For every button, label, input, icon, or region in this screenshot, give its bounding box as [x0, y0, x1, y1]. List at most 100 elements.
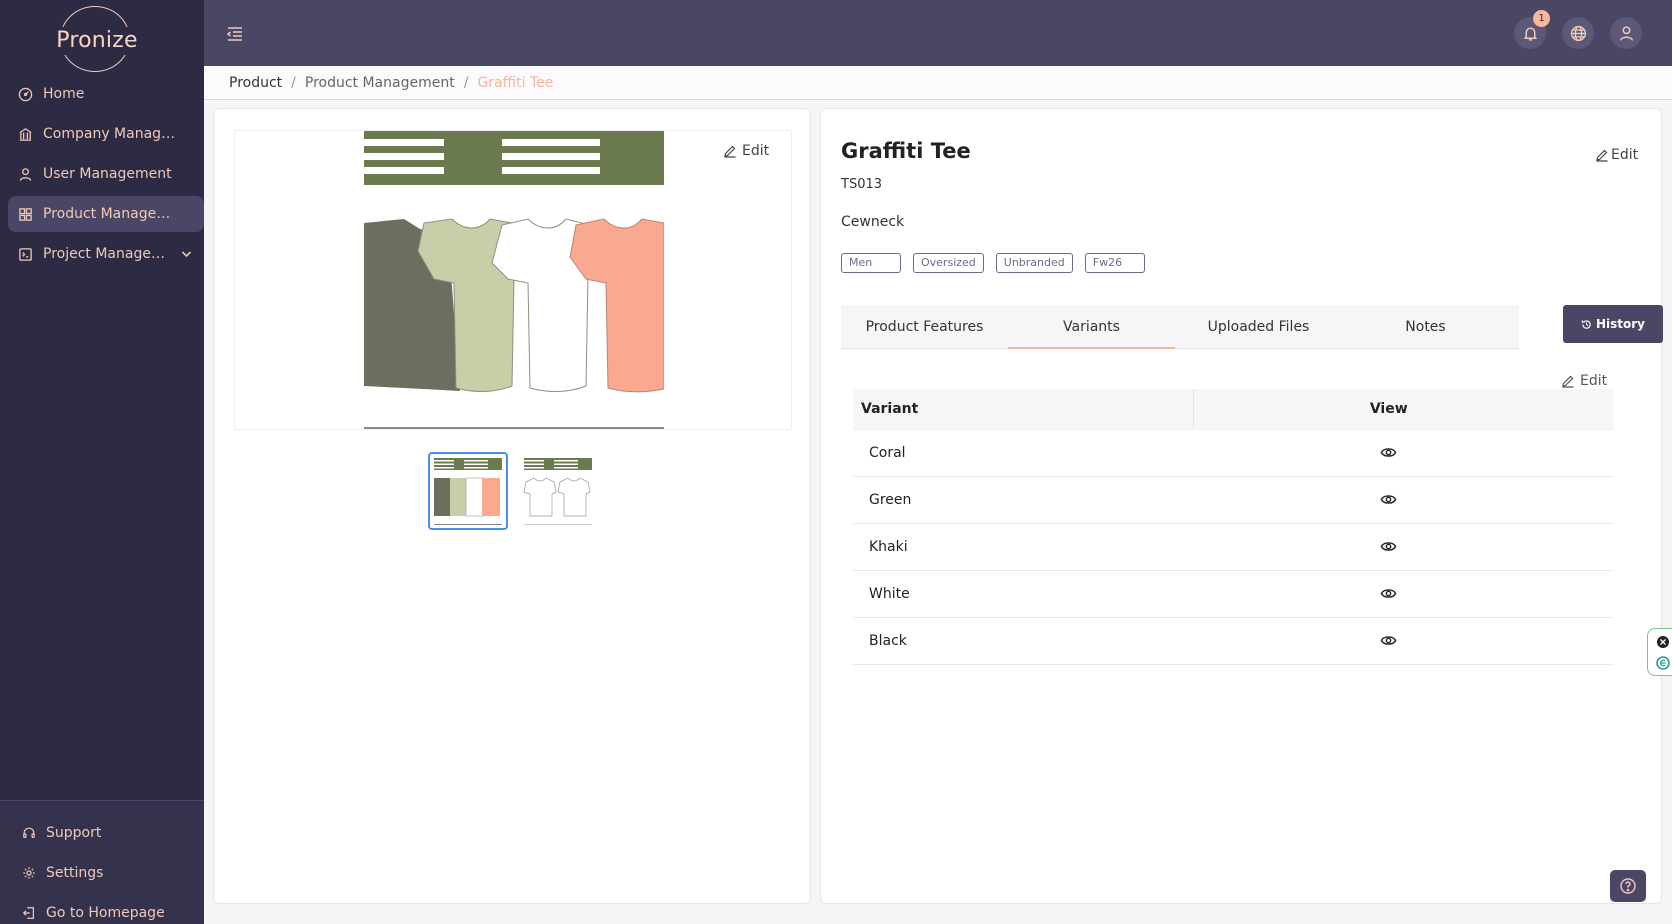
- sidebar-footer: Support Settings Go to Homepage: [0, 800, 204, 924]
- gear-icon: [23, 867, 35, 879]
- go-to-homepage-label: Go to Homepage: [46, 905, 165, 921]
- tab-bar: Product Features Variants Uploaded Files…: [841, 305, 1519, 349]
- eye-icon[interactable]: [1380, 585, 1397, 602]
- tag-badge: Unbranded: [995, 253, 1073, 273]
- table-row: Khaki: [853, 523, 1614, 571]
- table-row: Coral: [853, 429, 1614, 477]
- breadcrumb-product[interactable]: Product: [229, 75, 282, 91]
- dashboard-icon: [18, 87, 33, 101]
- edit-label: Edit: [742, 143, 770, 159]
- sidebar-item-label: Product Management: [43, 206, 183, 222]
- sidebar-item-product-management[interactable]: Product Management: [8, 196, 204, 232]
- settings-link[interactable]: Settings: [0, 853, 204, 893]
- notification-badge: 1: [1533, 10, 1550, 27]
- topbar: 1: [204, 0, 1672, 66]
- column-header-variant: Variant: [853, 389, 1193, 430]
- pencil-icon: [1562, 375, 1574, 388]
- extension-widget[interactable]: [1647, 628, 1672, 676]
- history-label: History: [1595, 317, 1646, 331]
- sidebar-item-company-management[interactable]: Company Managem...: [8, 116, 204, 152]
- table-row: Green: [853, 476, 1614, 524]
- view-cell: [1193, 570, 1614, 618]
- tab-notes[interactable]: Notes: [1342, 305, 1509, 348]
- eye-icon[interactable]: [1380, 538, 1397, 555]
- view-cell: [1193, 523, 1614, 571]
- sidebar-item-project-management[interactable]: Project Managem...: [8, 236, 204, 272]
- table-row: White: [853, 570, 1614, 618]
- table-header-row: Variant View: [853, 389, 1614, 430]
- variants-table: Variant View Coral Green Khaki White Bla…: [853, 389, 1614, 665]
- extension-icon: [1656, 636, 1670, 670]
- breadcrumb-current: Graffiti Tee: [477, 74, 554, 91]
- edit-label: Edit: [1580, 373, 1608, 389]
- settings-label: Settings: [46, 865, 104, 881]
- product-tags: Men Oversized Unbranded Fw26: [841, 253, 1157, 273]
- history-icon: [1581, 319, 1591, 329]
- column-header-view: View: [1192, 389, 1614, 430]
- variant-name: Khaki: [853, 523, 1193, 571]
- go-to-homepage-link[interactable]: Go to Homepage: [0, 893, 204, 924]
- tab-uploaded-files[interactable]: Uploaded Files: [1175, 305, 1342, 348]
- project-icon: [19, 247, 32, 261]
- detail-tabs: Product Features Variants Uploaded Files…: [841, 305, 1663, 349]
- product-image-viewer: Edit: [234, 130, 792, 430]
- image-edit-button[interactable]: Edit: [723, 143, 769, 159]
- table-row: Black: [853, 617, 1614, 665]
- eye-icon[interactable]: [1380, 632, 1397, 649]
- view-cell: [1193, 476, 1614, 524]
- breadcrumb-separator: /: [463, 74, 469, 91]
- profile-button[interactable]: [1610, 17, 1642, 49]
- tab-variants[interactable]: Variants: [1008, 305, 1175, 349]
- menu-collapse-icon[interactable]: [226, 26, 244, 42]
- support-label: Support: [46, 825, 102, 841]
- breadcrumb-separator: /: [291, 74, 296, 91]
- user-icon: [1619, 25, 1633, 41]
- building-icon: [19, 127, 32, 141]
- tag-badge: Men: [841, 253, 901, 273]
- exit-icon: [22, 907, 34, 919]
- sidebar-item-user-management[interactable]: User Management: [8, 156, 204, 192]
- language-button[interactable]: [1562, 17, 1594, 49]
- product-neckline: Cewneck: [841, 214, 905, 230]
- eye-icon[interactable]: [1380, 491, 1397, 508]
- product-details-panel: Graffiti Tee TS013 Cewneck Edit Men Over…: [820, 108, 1663, 904]
- tab-product-features[interactable]: Product Features: [841, 305, 1008, 348]
- thumbnail-1[interactable]: [428, 452, 508, 530]
- tag-badge: Fw26: [1084, 253, 1145, 273]
- notifications-button[interactable]: 1: [1514, 10, 1550, 49]
- sidebar: Pronize Home Company Managem... User Man…: [0, 0, 204, 924]
- sidebar-item-label: Home: [43, 86, 85, 102]
- sidebar-item-label: Project Managem...: [43, 246, 171, 262]
- product-image-panel: Edit: [213, 108, 811, 904]
- logo-text: Pronize: [55, 27, 139, 55]
- thumbnail-2[interactable]: [518, 452, 598, 530]
- chevron-down-icon[interactable]: [179, 248, 194, 260]
- history-button[interactable]: History: [1563, 305, 1663, 343]
- pencil-icon: [1596, 149, 1608, 162]
- thumbnail-strip: [428, 452, 608, 530]
- bell-icon: [1523, 26, 1537, 41]
- logo[interactable]: Pronize: [55, 6, 139, 72]
- view-cell: [1193, 429, 1614, 477]
- help-button[interactable]: [1610, 870, 1646, 902]
- variants-edit-button[interactable]: Edit: [1561, 373, 1607, 389]
- sidebar-item-home[interactable]: Home: [8, 76, 204, 112]
- eye-icon[interactable]: [1380, 444, 1397, 461]
- sidebar-item-label: Company Managem...: [43, 126, 183, 142]
- help-icon: [1620, 878, 1636, 894]
- headset-icon: [23, 827, 35, 838]
- variant-name: White: [853, 570, 1193, 618]
- grid-icon: [19, 207, 32, 221]
- view-cell: [1193, 617, 1614, 665]
- user-icon: [19, 167, 32, 181]
- globe-icon: [1570, 25, 1586, 41]
- variant-name: Coral: [853, 429, 1193, 477]
- variant-name: Green: [853, 476, 1193, 524]
- edit-label: Edit: [1611, 147, 1639, 163]
- support-link[interactable]: Support: [0, 813, 204, 853]
- details-edit-button[interactable]: Edit: [1595, 147, 1638, 163]
- breadcrumb-product-management[interactable]: Product Management: [305, 75, 455, 91]
- pencil-icon: [724, 145, 736, 158]
- sidebar-item-label: User Management: [43, 166, 172, 182]
- tag-badge: Oversized: [913, 253, 984, 273]
